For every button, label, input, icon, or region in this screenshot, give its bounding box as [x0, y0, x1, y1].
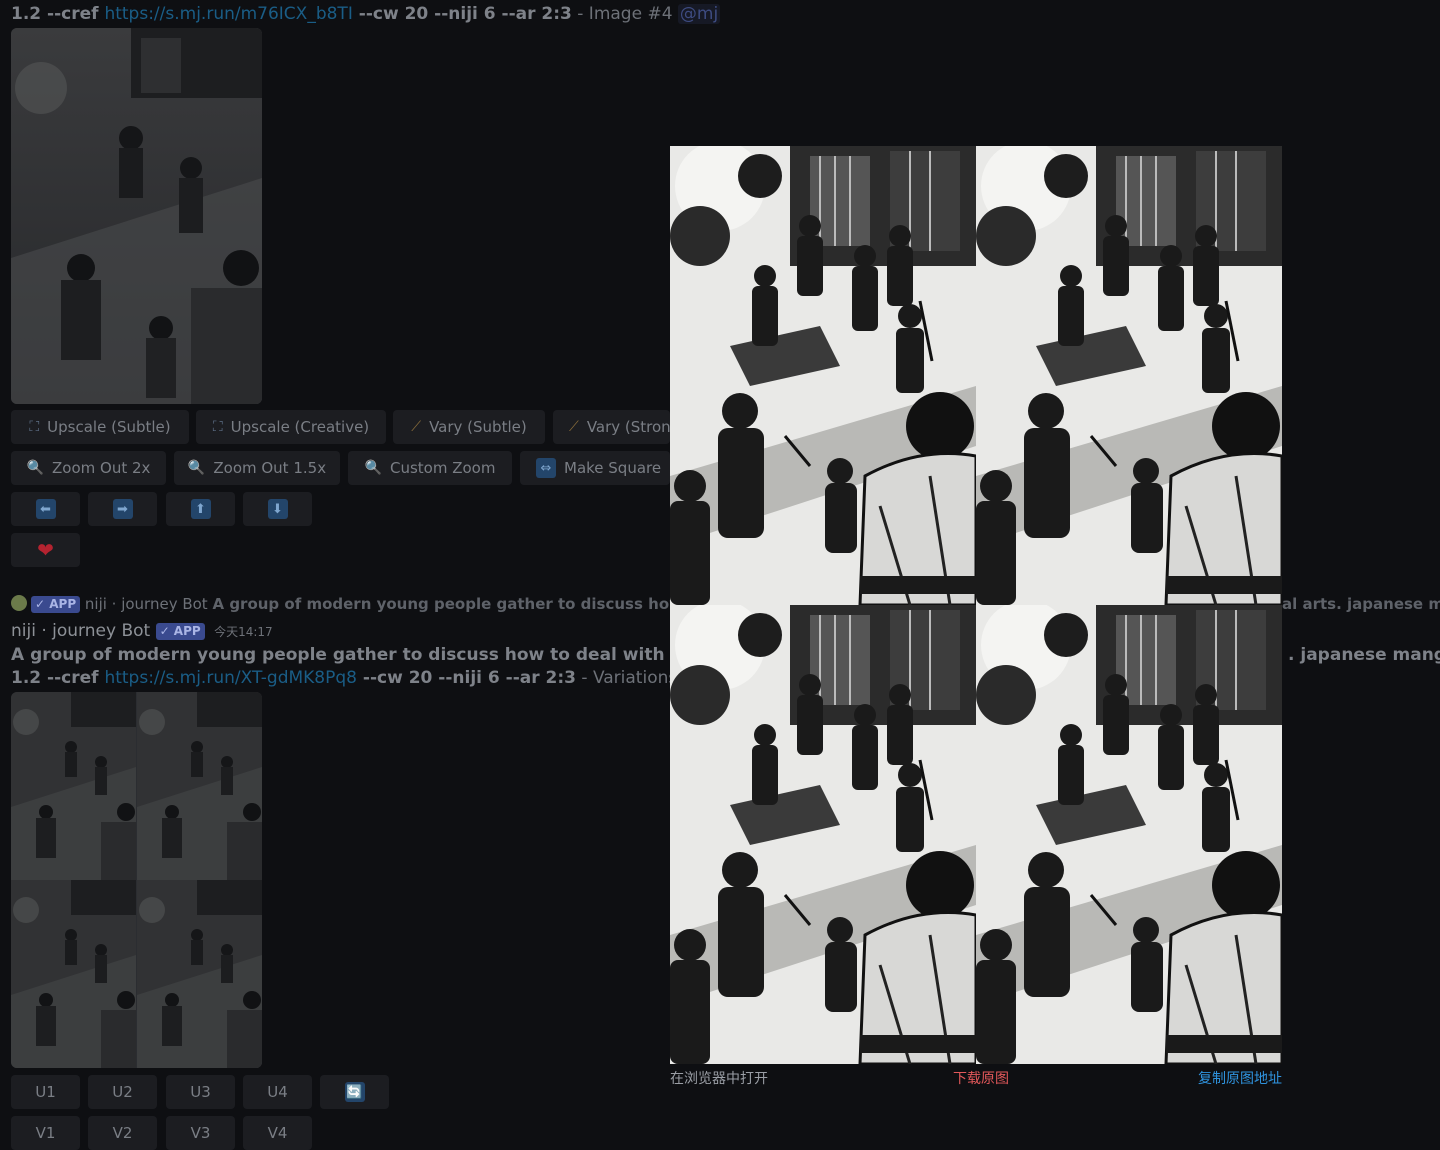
- cref-link[interactable]: https://s.mj.run/XT-gdMK8Pq8: [104, 668, 357, 688]
- app-badge: ✓ APP: [155, 623, 205, 640]
- upscaled-image-thumbnail[interactable]: [11, 28, 262, 404]
- magnifier-icon: 🔍: [364, 460, 382, 476]
- preview-actions: 在浏览器中打开 下载原图 复制原图地址: [670, 1068, 1282, 1090]
- user-mention[interactable]: @mj: [677, 4, 721, 24]
- prompt-params: --cw 20 --niji 6 --ar 2:3: [356, 668, 576, 688]
- zoom-out-2x-button[interactable]: 🔍 Zoom Out 2x: [11, 451, 166, 485]
- prompt-text-tail: . japanese manga,: [1288, 645, 1440, 665]
- download-original-link[interactable]: 下载原图: [953, 1068, 1009, 1088]
- button-label: Vary (Subtle): [429, 418, 527, 436]
- variations-label: - Variations: [576, 668, 678, 688]
- message-header: niji · journey Bot ✓ APP 今天14:17: [11, 619, 273, 644]
- button-label: U3: [190, 1083, 211, 1101]
- copy-original-url-link[interactable]: 复制原图地址: [1198, 1068, 1282, 1088]
- pan-right-button[interactable]: ➡: [88, 492, 157, 526]
- variation-1-button[interactable]: V1: [11, 1116, 80, 1150]
- magnifier-icon: 🔍: [26, 460, 45, 476]
- variation-3-button[interactable]: V3: [166, 1116, 235, 1150]
- prompt-text: A group of modern young people gather to…: [11, 645, 737, 665]
- author-name[interactable]: niji · journey Bot: [11, 621, 150, 641]
- reroll-button[interactable]: 🔄: [320, 1075, 389, 1109]
- magnifier-icon: 🔍: [187, 460, 206, 476]
- reply-reference-tail: al arts. japanese man: [1282, 592, 1440, 616]
- reply-author: niji · journey Bot: [84, 595, 208, 613]
- image-preview[interactable]: [670, 146, 1282, 1064]
- button-label: Vary (Stron: [586, 418, 671, 436]
- magic-wand-icon: ⟋: [569, 419, 579, 435]
- preview-variation-3[interactable]: [670, 605, 976, 1064]
- preview-variation-4[interactable]: [976, 605, 1282, 1064]
- arrow-left-icon: ⬅: [35, 499, 56, 519]
- vary-strong-button[interactable]: ⟋ Vary (Stron: [553, 410, 671, 444]
- variation-2-button[interactable]: V2: [88, 1116, 157, 1150]
- avatar: [11, 595, 27, 611]
- preview-variation-2[interactable]: [976, 146, 1282, 605]
- vary-subtle-button[interactable]: ⟋ Vary (Subtle): [393, 410, 545, 444]
- message-prompt-line-1: A group of modern young people gather to…: [11, 643, 736, 667]
- variations-grid-thumbnail[interactable]: [11, 692, 262, 1068]
- preview-variation-1[interactable]: [670, 146, 976, 605]
- reply-reference-line[interactable]: ✓ APP niji · journey Bot A group of mode…: [11, 592, 722, 616]
- button-label: Upscale (Subtle): [47, 418, 171, 436]
- make-square-button[interactable]: ⇔ Make Square: [520, 451, 670, 485]
- magic-wand-icon: ⟋: [411, 419, 422, 435]
- arrow-right-icon: ➡: [112, 499, 133, 519]
- pan-left-button[interactable]: ⬅: [11, 492, 80, 526]
- button-label: Zoom Out 1.5x: [213, 459, 327, 477]
- button-label: U1: [35, 1083, 56, 1101]
- arrow-up-icon: ⬆: [190, 499, 211, 519]
- button-label: V3: [190, 1124, 211, 1142]
- upscale-4-button[interactable]: U4: [243, 1075, 312, 1109]
- reply-text: A group of modern young people gather to…: [212, 595, 722, 613]
- button-label: Upscale (Creative): [230, 418, 370, 436]
- custom-zoom-button[interactable]: 🔍 Custom Zoom: [348, 451, 512, 485]
- upscale-subtle-button[interactable]: ⛶ Upscale (Subtle): [11, 410, 189, 444]
- button-label: U4: [267, 1083, 288, 1101]
- button-label: Custom Zoom: [389, 459, 496, 477]
- prompt-prefix: 1.2 --cref: [11, 668, 105, 688]
- refresh-icon: 🔄: [344, 1082, 365, 1102]
- arrow-down-icon: ⬇: [267, 499, 288, 519]
- message-prompt-line-2: 1.2 --cref https://s.mj.run/XT-gdMK8Pq8 …: [11, 666, 677, 690]
- button-label: Zoom Out 2x: [52, 459, 151, 477]
- upscale-3-button[interactable]: U3: [166, 1075, 235, 1109]
- button-label: V1: [35, 1124, 56, 1142]
- reply-text-tail: al arts. japanese man: [1282, 595, 1440, 613]
- message-prompt-line: 1.2 --cref https://s.mj.run/m76ICX_b8TI …: [11, 2, 721, 26]
- message-prompt-line-1-tail: . japanese manga,: [1288, 643, 1440, 667]
- upscale-2-button[interactable]: U2: [88, 1075, 157, 1109]
- pan-down-button[interactable]: ⬇: [243, 492, 312, 526]
- cref-link[interactable]: https://s.mj.run/m76ICX_b8TI: [104, 4, 352, 24]
- pan-up-button[interactable]: ⬆: [166, 492, 235, 526]
- upscale-1-button[interactable]: U1: [11, 1075, 80, 1109]
- zoom-out-1-5x-button[interactable]: 🔍 Zoom Out 1.5x: [174, 451, 340, 485]
- prompt-params: --cw 20 --niji 6 --ar 2:3: [352, 4, 572, 24]
- open-in-browser-link[interactable]: 在浏览器中打开: [670, 1068, 768, 1088]
- upscale-icon: ⛶: [212, 419, 223, 435]
- timestamp: 今天14:17: [214, 625, 273, 639]
- button-label: V4: [267, 1124, 288, 1142]
- upscale-icon: ⛶: [29, 419, 40, 435]
- button-label: U2: [112, 1083, 133, 1101]
- prompt-prefix: 1.2 --cref: [11, 4, 105, 24]
- app-badge: ✓ APP: [31, 596, 81, 613]
- button-label: Make Square: [564, 459, 662, 477]
- favorite-button[interactable]: ❤: [11, 533, 80, 567]
- arrows-horizontal-icon: ⇔: [536, 458, 556, 478]
- variation-4-button[interactable]: V4: [243, 1116, 312, 1150]
- upscale-creative-button[interactable]: ⛶ Upscale (Creative): [196, 410, 386, 444]
- image-index-label: - Image #4: [571, 4, 678, 24]
- heart-icon: ❤: [37, 538, 54, 562]
- button-label: V2: [112, 1124, 133, 1142]
